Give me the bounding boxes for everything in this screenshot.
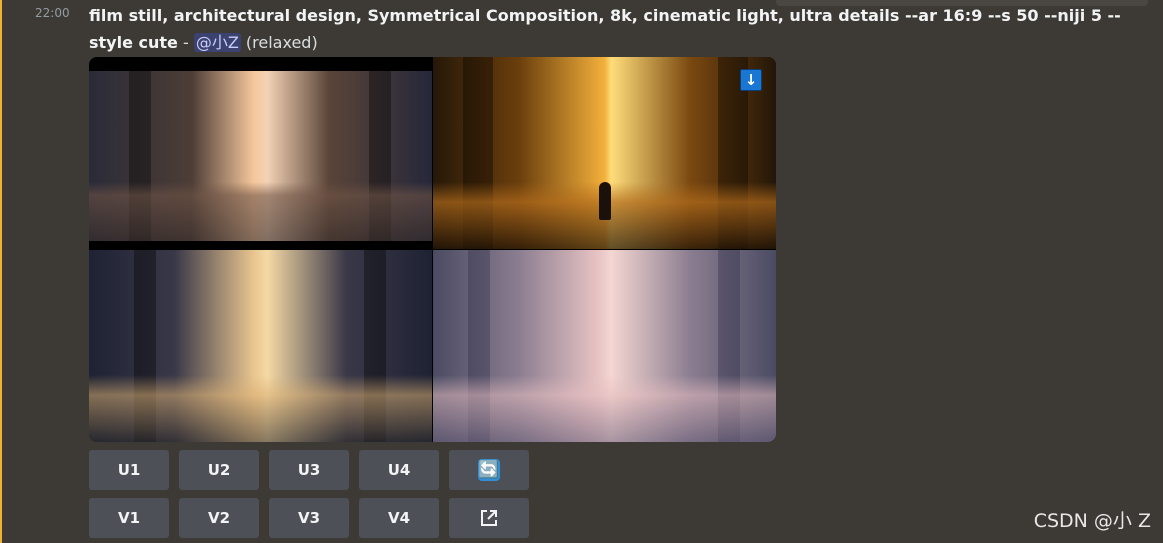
refresh-icon: 🔄 [478,459,500,481]
variation-button-2[interactable]: V2 [179,498,259,538]
image-tile-2[interactable]: ↓ [433,57,776,249]
upscale-button-1[interactable]: U1 [89,450,169,490]
image-tile-4[interactable] [433,250,776,442]
message-timestamp: 22:00 [35,6,70,20]
mode-label: (relaxed) [245,33,318,52]
prompt-text-continued: style cute [89,33,178,52]
external-link-icon [481,510,497,526]
image-grid[interactable]: ↓ [89,57,776,442]
person-silhouette [599,182,611,220]
web-link-button[interactable] [449,498,529,538]
watermark: CSDN @小 Z [1033,510,1151,532]
upscale-button-2[interactable]: U2 [179,450,259,490]
prompt-text: film still, architectural design, Symmet… [89,6,1121,25]
message-content: film still, architectural design, Symmet… [89,2,1139,56]
upscale-button-4[interactable]: U4 [359,450,439,490]
floor [89,181,432,249]
image-tile-3[interactable] [89,250,432,442]
variation-button-1[interactable]: V1 [89,498,169,538]
variation-button-4[interactable]: V4 [359,498,439,538]
upscale-button-3[interactable]: U3 [269,450,349,490]
letterbox-bottom [89,241,432,249]
floor [433,374,776,442]
variation-button-3[interactable]: V3 [269,498,349,538]
separator: - [177,33,194,52]
user-mention[interactable]: @小Z [193,33,241,52]
download-arrow-icon[interactable]: ↓ [740,69,762,91]
image-tile-1[interactable] [89,57,432,249]
highlight-rail [0,0,2,543]
floor [89,374,432,442]
reroll-button[interactable]: 🔄 [449,450,529,490]
